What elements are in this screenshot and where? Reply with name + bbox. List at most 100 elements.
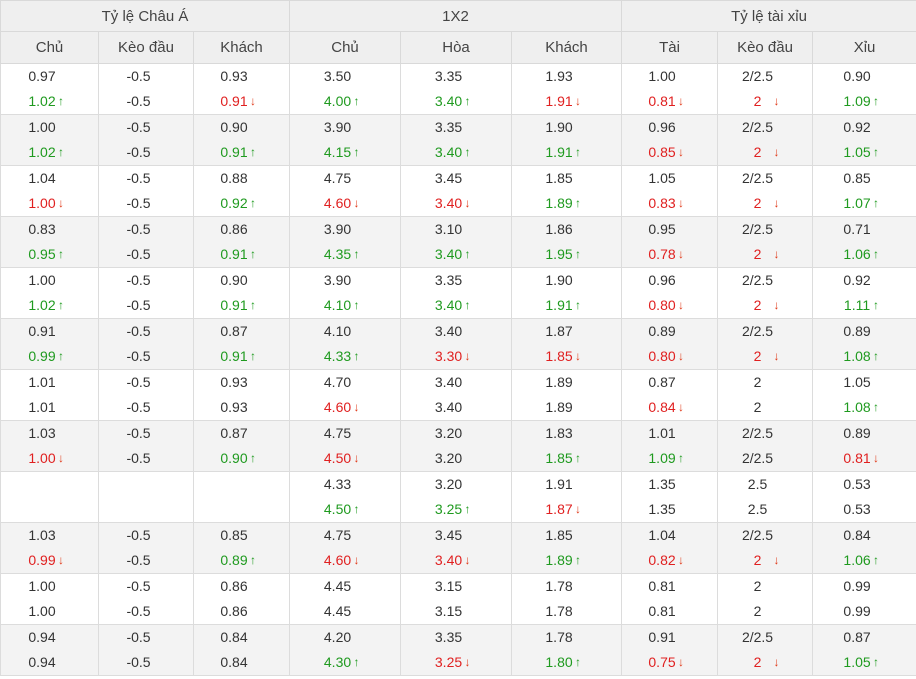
current-value: 4.33 <box>323 348 352 364</box>
arrow-up-icon: ↑ <box>58 349 64 363</box>
opening-odds: 1.87 <box>512 319 621 344</box>
odds-cell-ah-away: 0.88 0.92 ↑ <box>192 165 291 217</box>
opening-value: 3.35 <box>434 272 463 288</box>
current-odds: 0.93 <box>194 395 289 420</box>
opening-value: 0.93 <box>220 374 248 390</box>
current-value: 3.25 <box>434 654 463 670</box>
odds-cell-ah-away: 0.90 0.91 ↑ <box>192 267 291 319</box>
current-value: 1.09 <box>648 450 676 466</box>
opening-value: 0.87 <box>220 425 248 441</box>
arrow-up-icon: ↑ <box>873 94 880 108</box>
arrow-up-icon: ↑ <box>353 247 360 261</box>
current-odds: 1.07 ↑ <box>813 191 916 216</box>
opening-odds: 1.04 <box>1 166 98 191</box>
current-odds: 1.02 ↑ <box>1 293 98 318</box>
odds-cell-1x2-home: 3.50 4.00 ↑ <box>289 63 402 115</box>
current-odds: 1.06 ↑ <box>813 548 916 573</box>
current-odds: 0.92 ↑ <box>194 191 289 216</box>
table-row[interactable]: 1.00 1.00 -0.5 -0.5 0.86 0.86 4.45 4.45 3.15 3.15… <box>0 573 916 625</box>
current-odds: 0.84 ↓ <box>622 395 717 420</box>
current-odds: 0.91 ↑ <box>194 140 289 165</box>
current-value: -0.5 <box>126 450 151 466</box>
opening-odds: 1.85 <box>512 166 621 191</box>
odds-cell-1x2-away: 1.85 1.89 ↑ <box>511 165 623 217</box>
current-value: 4.15 <box>323 144 352 160</box>
odds-cell-ah-home: 0.83 0.95 ↑ <box>0 216 99 268</box>
current-odds: 2 ↓ <box>718 242 812 267</box>
table-row[interactable]: 1.04 1.00 ↓ -0.5 -0.5 0.88 0.92 ↑ 4.75 4.60 ↓ 3.45 3… <box>0 165 916 217</box>
opening-odds: 3.35 <box>401 268 511 293</box>
opening-odds: 0.53 <box>813 472 916 497</box>
arrow-up-icon: ↑ <box>464 247 471 261</box>
current-odds: -0.5 <box>99 344 193 369</box>
arrow-down-icon: ↓ <box>678 247 685 261</box>
table-row[interactable]: 1.03 0.99 ↓ -0.5 -0.5 0.85 0.89 ↑ 4.75 4.60 ↓ 3.45 3… <box>0 522 916 574</box>
opening-odds: 0.85 <box>194 523 289 548</box>
odds-cell-ou-over: 0.91 0.75 ↓ <box>621 624 719 676</box>
opening-odds <box>99 472 193 497</box>
arrow-up-icon: ↑ <box>58 145 64 159</box>
current-odds: 0.89 ↑ <box>194 548 289 573</box>
table-row[interactable]: 0.94 0.94 -0.5 -0.5 0.84 0.84 4.20 4.30 ↑ 3.35 3.2… <box>0 624 916 676</box>
arrow-down-icon: ↓ <box>353 196 360 210</box>
current-value: 0.91 <box>220 93 248 109</box>
odds-cell-1x2-home: 4.75 4.50 ↓ <box>289 420 402 472</box>
current-value: -0.5 <box>126 246 151 262</box>
table-row[interactable]: 4.33 4.50 ↑ 3.20 3.25 ↑ 1.91 1.87 ↓ 1.35 1.35 2.5 2.… <box>0 471 916 523</box>
odds-cell-ah-line: -0.5 -0.5 <box>98 216 194 268</box>
opening-odds: -0.5 <box>99 625 193 650</box>
current-value: 0.89 <box>220 552 248 568</box>
current-odds: 3.40 ↓ <box>401 548 511 573</box>
opening-value: 0.99 <box>843 578 871 594</box>
current-odds: 3.40 ↑ <box>401 140 511 165</box>
opening-value: 0.81 <box>648 578 676 594</box>
current-value: 1.05 <box>843 144 871 160</box>
table-row[interactable]: 0.97 1.02 ↑ -0.5 -0.5 0.93 0.91 ↓ 3.50 4.00 ↑ 3.35 3… <box>0 63 916 115</box>
table-row[interactable]: 1.00 1.02 ↑ -0.5 -0.5 0.90 0.91 ↑ 3.90 4.10 ↑ 3.35 3… <box>0 267 916 319</box>
current-value: 2 <box>753 399 762 415</box>
arrow-up-icon: ↑ <box>873 196 880 210</box>
opening-value: -0.5 <box>126 272 151 288</box>
arrow-up-icon: ↑ <box>873 247 880 261</box>
current-value: 0.90 <box>220 450 248 466</box>
arrow-up-icon: ↑ <box>250 451 256 465</box>
table-row[interactable]: 1.00 1.02 ↑ -0.5 -0.5 0.90 0.91 ↑ 3.90 4.15 ↑ 3.35 3… <box>0 114 916 166</box>
odds-cell-ou-over: 0.96 0.85 ↓ <box>621 114 719 166</box>
current-value: 1.09 <box>843 93 871 109</box>
arrow-down-icon: ↓ <box>353 553 360 567</box>
arrow-down-icon: ↓ <box>773 298 780 312</box>
current-odds: -0.5 <box>99 89 193 114</box>
table-row[interactable]: 0.83 0.95 ↑ -0.5 -0.5 0.86 0.91 ↑ 3.90 4.35 ↑ 3.10 3… <box>0 216 916 268</box>
odds-cell-ou-line: 2/2.5 2 ↓ <box>717 216 814 268</box>
opening-value: 1.78 <box>545 578 573 594</box>
arrow-down-icon: ↓ <box>773 247 780 261</box>
table-row[interactable]: 0.91 0.99 ↑ -0.5 -0.5 0.87 0.91 ↑ 4.10 4.33 ↑ 3.40 3… <box>0 318 916 370</box>
odds-cell-ah-line: -0.5 -0.5 <box>98 573 194 625</box>
arrow-down-icon: ↓ <box>678 145 685 159</box>
opening-value: 0.88 <box>220 170 248 186</box>
opening-value: 1.04 <box>28 170 56 186</box>
opening-odds: -0.5 <box>99 370 193 395</box>
arrow-down-icon: ↓ <box>678 553 685 567</box>
opening-odds <box>194 472 289 497</box>
arrow-up-icon: ↑ <box>575 298 582 312</box>
opening-value: 0.83 <box>28 221 56 237</box>
current-odds: 0.91 ↓ <box>194 89 289 114</box>
opening-odds: 3.40 <box>401 370 511 395</box>
current-odds: 4.30 ↑ <box>290 650 400 675</box>
table-row[interactable]: 1.03 1.00 ↓ -0.5 -0.5 0.87 0.90 ↑ 4.75 4.50 ↓ 3.20 3… <box>0 420 916 472</box>
current-value: 1.00 <box>28 450 56 466</box>
col-header-ah-away: Khách <box>192 31 291 64</box>
current-odds: 1.91 ↑ <box>512 140 621 165</box>
arrow-down-icon: ↓ <box>353 400 360 414</box>
opening-odds: 2.5 <box>718 472 812 497</box>
current-odds: 3.40 ↑ <box>401 89 511 114</box>
current-value: 2 <box>753 348 762 364</box>
opening-value: 1.05 <box>648 170 676 186</box>
opening-value: 1.03 <box>28 425 56 441</box>
table-row[interactable]: 1.01 1.01 -0.5 -0.5 0.93 0.93 4.70 4.60 ↓ 3.40 3.4… <box>0 369 916 421</box>
odds-cell-1x2-away: 1.78 1.78 <box>511 573 623 625</box>
odds-cell-1x2-draw: 3.15 3.15 <box>400 573 513 625</box>
opening-odds: 1.05 <box>813 370 916 395</box>
opening-value: 2/2.5 <box>741 425 774 441</box>
